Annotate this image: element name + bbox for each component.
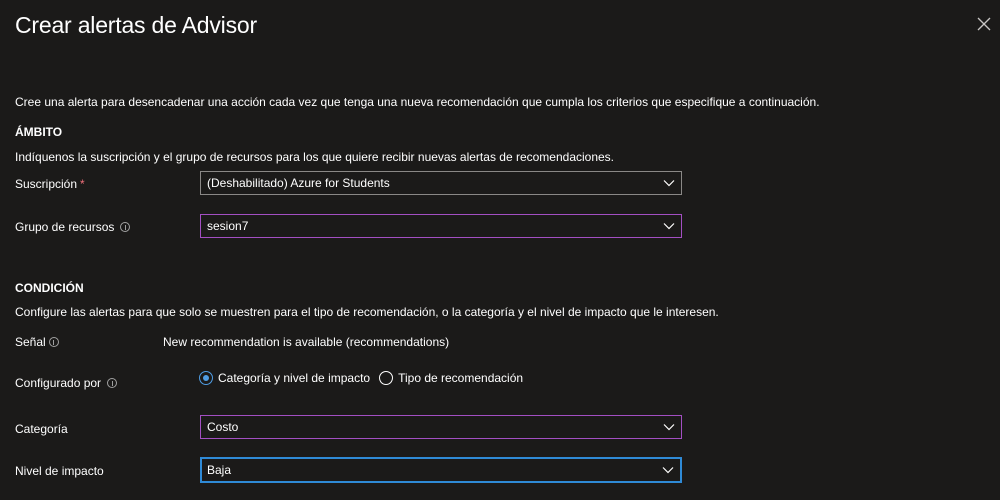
radio-recommendation-type[interactable]: Tipo de recomendación — [379, 371, 523, 385]
radio-label: Categoría y nivel de impacto — [218, 371, 371, 385]
resource-group-value: sesion7 — [207, 219, 249, 233]
more-options-icon[interactable]: ··· — [226, 14, 243, 30]
condition-heading: CONDICIÓN — [15, 281, 84, 295]
scope-description: Indíquenos la suscripción y el grupo de … — [15, 150, 615, 164]
subscription-value: (Deshabilitado) Azure for Students — [207, 176, 390, 190]
category-label: Categoría — [15, 422, 68, 436]
impact-level-label: Nivel de impacto — [15, 464, 104, 478]
category-dropdown[interactable]: Costo — [200, 415, 682, 439]
category-label-text: Categoría — [15, 422, 68, 436]
create-advisor-alert-blade: Crear alertas de Advisor ··· Cree una al… — [0, 0, 1000, 500]
impact-level-dropdown[interactable]: Baja — [200, 457, 682, 483]
resource-group-label-text: Grupo de recursos — [15, 220, 115, 234]
signal-value: New recommendation is available (recomme… — [163, 335, 450, 349]
impact-level-label-text: Nivel de impacto — [15, 464, 104, 478]
required-mark: * — [80, 177, 85, 191]
page-title: Crear alertas de Advisor — [15, 12, 257, 38]
close-icon[interactable] — [975, 14, 993, 34]
radio-checked-indicator — [199, 371, 213, 385]
configured-by-label-text: Configurado por — [15, 376, 102, 390]
chevron-down-icon — [663, 424, 675, 431]
chevron-down-icon — [663, 180, 675, 187]
radio-unchecked-indicator — [379, 371, 394, 385]
condition-description: Configure las alertas para que solo se m… — [15, 305, 719, 319]
chevron-down-icon — [662, 467, 674, 474]
chevron-down-icon — [663, 223, 675, 230]
radio-label: Tipo de recomendación — [398, 371, 524, 385]
info-icon[interactable] — [107, 378, 118, 388]
subscription-dropdown[interactable]: (Deshabilitado) Azure for Students — [200, 171, 682, 195]
category-value: Costo — [207, 420, 239, 434]
configured-by-label: Configurado por — [15, 376, 118, 390]
configured-by-radio-group: Categoría y nivel de impacto Tipo de rec… — [199, 371, 532, 385]
impact-level-value: Baja — [207, 463, 232, 477]
subscription-label: Suscripción * — [15, 177, 85, 191]
radio-category-impact[interactable]: Categoría y nivel de impacto — [199, 371, 370, 385]
resource-group-label: Grupo de recursos — [15, 220, 131, 234]
subscription-label-text: Suscripción — [15, 177, 78, 191]
info-icon[interactable] — [48, 337, 59, 347]
info-icon[interactable] — [120, 222, 131, 232]
signal-label-text: Señal — [15, 335, 46, 349]
resource-group-dropdown[interactable]: sesion7 — [200, 214, 682, 238]
intro-text: Cree una alerta para desencadenar una ac… — [15, 95, 820, 109]
signal-label: Señal — [15, 335, 59, 349]
scope-heading: ÁMBITO — [15, 125, 63, 139]
